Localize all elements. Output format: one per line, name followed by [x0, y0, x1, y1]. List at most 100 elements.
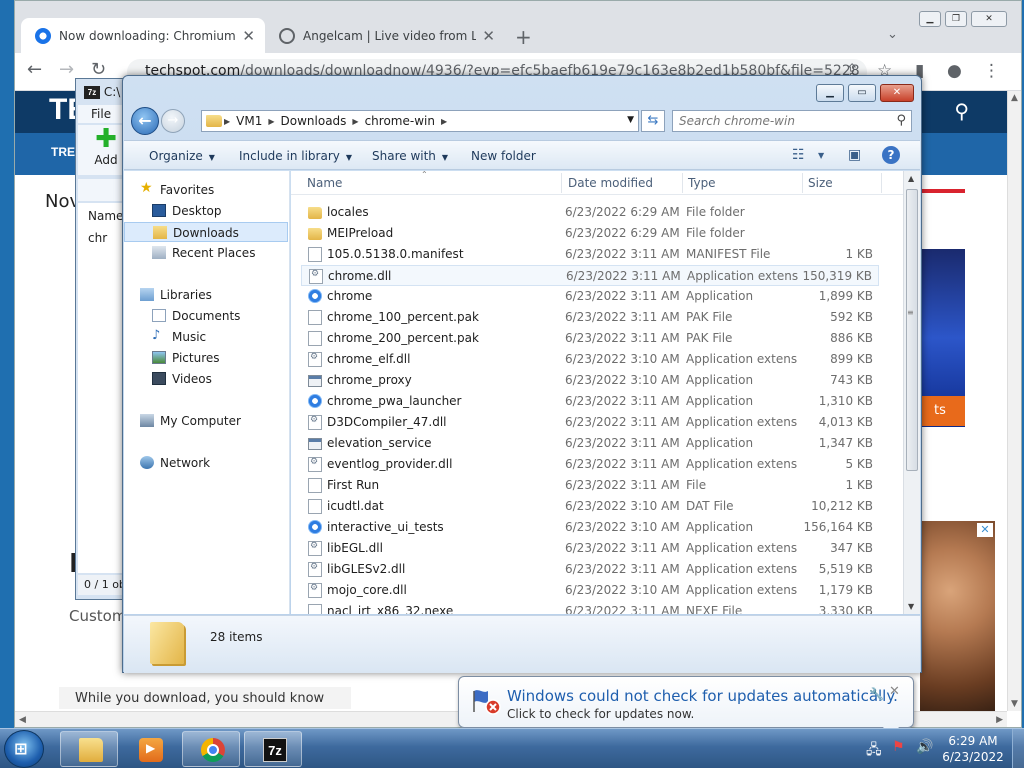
column-divider[interactable]: [802, 173, 803, 193]
volume-icon[interactable]: 🔊: [916, 739, 933, 755]
file-row[interactable]: D3DCompiler_47.dll 6/23/2022 3:11 AM Appli…: [301, 412, 879, 433]
close-tab-icon[interactable]: ✕: [242, 27, 255, 45]
address-breadcrumb[interactable]: ▶ VM1 ▶ Downloads ▶ chrome-win ▶ ▼: [201, 110, 639, 132]
column-date-modified[interactable]: Date modified: [568, 176, 653, 190]
file-row[interactable]: libGLESv2.dll 6/23/2022 3:11 AM Applicatio…: [301, 559, 879, 580]
tab-now-downloading[interactable]: Now downloading: Chromium 10 ✕: [21, 18, 265, 54]
close-button[interactable]: ✕: [880, 84, 914, 102]
scrollbar-thumb[interactable]: [906, 189, 918, 471]
notification-text[interactable]: Click to check for updates now.: [507, 707, 694, 721]
nav-downloads[interactable]: Downloads: [124, 222, 288, 242]
breadcrumb-chevron-icon[interactable]: ▶: [224, 117, 230, 126]
file-row[interactable]: interactive_ui_tests 6/23/2022 3:10 AM App…: [301, 517, 879, 538]
nav-network[interactable]: Network: [124, 453, 288, 473]
scroll-down-icon[interactable]: ▼: [1011, 699, 1018, 709]
back-button[interactable]: ←: [131, 107, 159, 135]
column-divider[interactable]: [881, 173, 882, 193]
refresh-button[interactable]: ⇆: [641, 110, 665, 132]
column-size[interactable]: Size: [808, 176, 833, 190]
search-icon[interactable]: ⚲: [896, 113, 906, 128]
breadcrumb-downloads[interactable]: Downloads: [281, 114, 347, 128]
site-search-icon[interactable]: ⚲: [954, 99, 969, 123]
forward-arrow-icon[interactable]: →: [59, 59, 74, 80]
trending-link[interactable]: TRE: [51, 145, 75, 159]
menu-kebab-icon[interactable]: ⋮: [983, 61, 1000, 81]
nav-music[interactable]: ♪ Music: [124, 327, 288, 347]
file-row[interactable]: chrome 6/23/2022 3:11 AM Application 1,899 …: [301, 286, 879, 307]
nav-favorites[interactable]: ★ Favorites: [124, 180, 288, 200]
tab-search-chevron-icon[interactable]: ⌄: [887, 27, 898, 42]
scroll-up-icon[interactable]: ▲: [908, 174, 914, 183]
file-row[interactable]: chrome_100_percent.pak 6/23/2022 3:11 AM P…: [301, 307, 879, 328]
file-row[interactable]: 105.0.5138.0.manifest 6/23/2022 3:11 AM MA…: [301, 244, 879, 265]
breadcrumb-chevron-icon[interactable]: ▶: [352, 117, 358, 126]
profile-avatar-icon[interactable]: ●: [947, 61, 962, 81]
ad-banner-cta[interactable]: ts: [920, 396, 965, 426]
file-row[interactable]: elevation_service 6/23/2022 3:11 AM Applic…: [301, 433, 879, 454]
breadcrumb-vm1[interactable]: VM1: [236, 114, 262, 128]
minimize-button[interactable]: ▁: [816, 84, 844, 102]
taskbar-7zip-button[interactable]: 7z: [244, 731, 302, 767]
action-center-flag-icon[interactable]: ⚑: [892, 739, 905, 755]
nav-pictures[interactable]: Pictures: [124, 348, 288, 368]
file-row[interactable]: chrome.dll 6/23/2022 3:11 AM Application e…: [301, 265, 879, 286]
nav-libraries[interactable]: Libraries: [124, 285, 288, 305]
browser-close-button[interactable]: ✕: [971, 11, 1007, 27]
new-folder-button[interactable]: New folder: [471, 149, 536, 163]
back-arrow-icon[interactable]: ←: [27, 59, 42, 80]
reload-icon[interactable]: ↻: [91, 59, 106, 80]
tab-angelcam[interactable]: Angelcam | Live video from LQ-C ✕: [265, 18, 505, 54]
view-dropdown-icon[interactable]: ▼: [818, 151, 824, 160]
file-row[interactable]: nacl_irt_x86_32.nexe 6/23/2022 3:11 AM NEX…: [301, 601, 879, 614]
update-notification-balloon[interactable]: Windows could not check for updates auto…: [458, 676, 914, 737]
include-in-library-button[interactable]: Include in library ▼: [239, 149, 352, 163]
file-row[interactable]: eventlog_provider.dll 6/23/2022 3:11 AM Ap…: [301, 454, 879, 475]
search-input[interactable]: Search chrome-win ⚲: [672, 110, 912, 132]
file-row[interactable]: chrome_elf.dll 6/23/2022 3:10 AM Applicati…: [301, 349, 879, 370]
browser-minimize-button[interactable]: ▁: [919, 11, 941, 27]
nav-desktop[interactable]: Desktop: [124, 201, 288, 221]
taskbar-media-player-button[interactable]: [120, 731, 178, 767]
file-list-scrollbar[interactable]: ▲ ≡ ▼: [903, 171, 920, 614]
file-row[interactable]: libEGL.dll 6/23/2022 3:11 AM Application e…: [301, 538, 879, 559]
notification-close-icon[interactable]: ✕: [889, 684, 900, 699]
close-tab-icon[interactable]: ✕: [482, 27, 495, 45]
nav-my-computer[interactable]: My Computer: [124, 411, 288, 431]
nav-documents[interactable]: Documents: [124, 306, 288, 326]
file-row[interactable]: locales 6/23/2022 6:29 AM File folder: [301, 202, 879, 223]
column-name[interactable]: Name: [307, 176, 342, 190]
column-divider[interactable]: [561, 173, 562, 193]
column-divider[interactable]: [682, 173, 683, 193]
network-tray-icon[interactable]: 🖧: [866, 739, 882, 763]
nav-recent-places[interactable]: Recent Places: [124, 243, 288, 263]
system-clock[interactable]: 6:29 AM 6/23/2022: [940, 733, 1006, 765]
breadcrumb-chevron-icon[interactable]: ▶: [441, 117, 447, 126]
breadcrumb-chrome-win[interactable]: chrome-win: [365, 114, 435, 128]
file-list[interactable]: ⌃ Name Date modified Type Size locales 6/…: [291, 171, 903, 614]
organize-button[interactable]: Organize ▼: [149, 149, 215, 163]
view-options-icon[interactable]: ☷: [792, 147, 805, 163]
file-row[interactable]: chrome_200_percent.pak 6/23/2022 3:11 AM P…: [301, 328, 879, 349]
start-button[interactable]: ⊞: [4, 730, 44, 768]
page-vertical-scrollbar[interactable]: ▲ ▼: [1007, 91, 1021, 711]
new-tab-button[interactable]: +: [515, 25, 532, 49]
7zip-column-name[interactable]: Name: [88, 209, 123, 223]
taskbar-explorer-button[interactable]: [60, 731, 118, 767]
scroll-right-icon[interactable]: ▶: [996, 715, 1003, 725]
taskbar-chrome-button[interactable]: [182, 731, 240, 767]
browser-maximize-button[interactable]: ❐: [945, 11, 967, 27]
scroll-down-icon[interactable]: ▼: [908, 602, 914, 611]
scroll-up-icon[interactable]: ▲: [1011, 93, 1018, 103]
file-row[interactable]: chrome_pwa_launcher 6/23/2022 3:11 AM Appl…: [301, 391, 879, 412]
notification-options-icon[interactable]: 🔧: [869, 687, 884, 701]
share-with-button[interactable]: Share with ▼: [372, 149, 448, 163]
notification-title[interactable]: Windows could not check for updates auto…: [507, 687, 898, 705]
ad-close-icon[interactable]: ✕: [977, 523, 993, 537]
nav-videos[interactable]: Videos: [124, 369, 288, 389]
ad-photo[interactable]: [920, 521, 995, 711]
file-row[interactable]: MEIPreload 6/23/2022 6:29 AM File folder: [301, 223, 879, 244]
file-row[interactable]: mojo_core.dll 6/23/2022 3:10 AM Applicatio…: [301, 580, 879, 601]
maximize-button[interactable]: ▭: [848, 84, 876, 102]
file-row[interactable]: icudtl.dat 6/23/2022 3:10 AM DAT File 10,21…: [301, 496, 879, 517]
file-row[interactable]: chrome_proxy 6/23/2022 3:10 AM Application…: [301, 370, 879, 391]
